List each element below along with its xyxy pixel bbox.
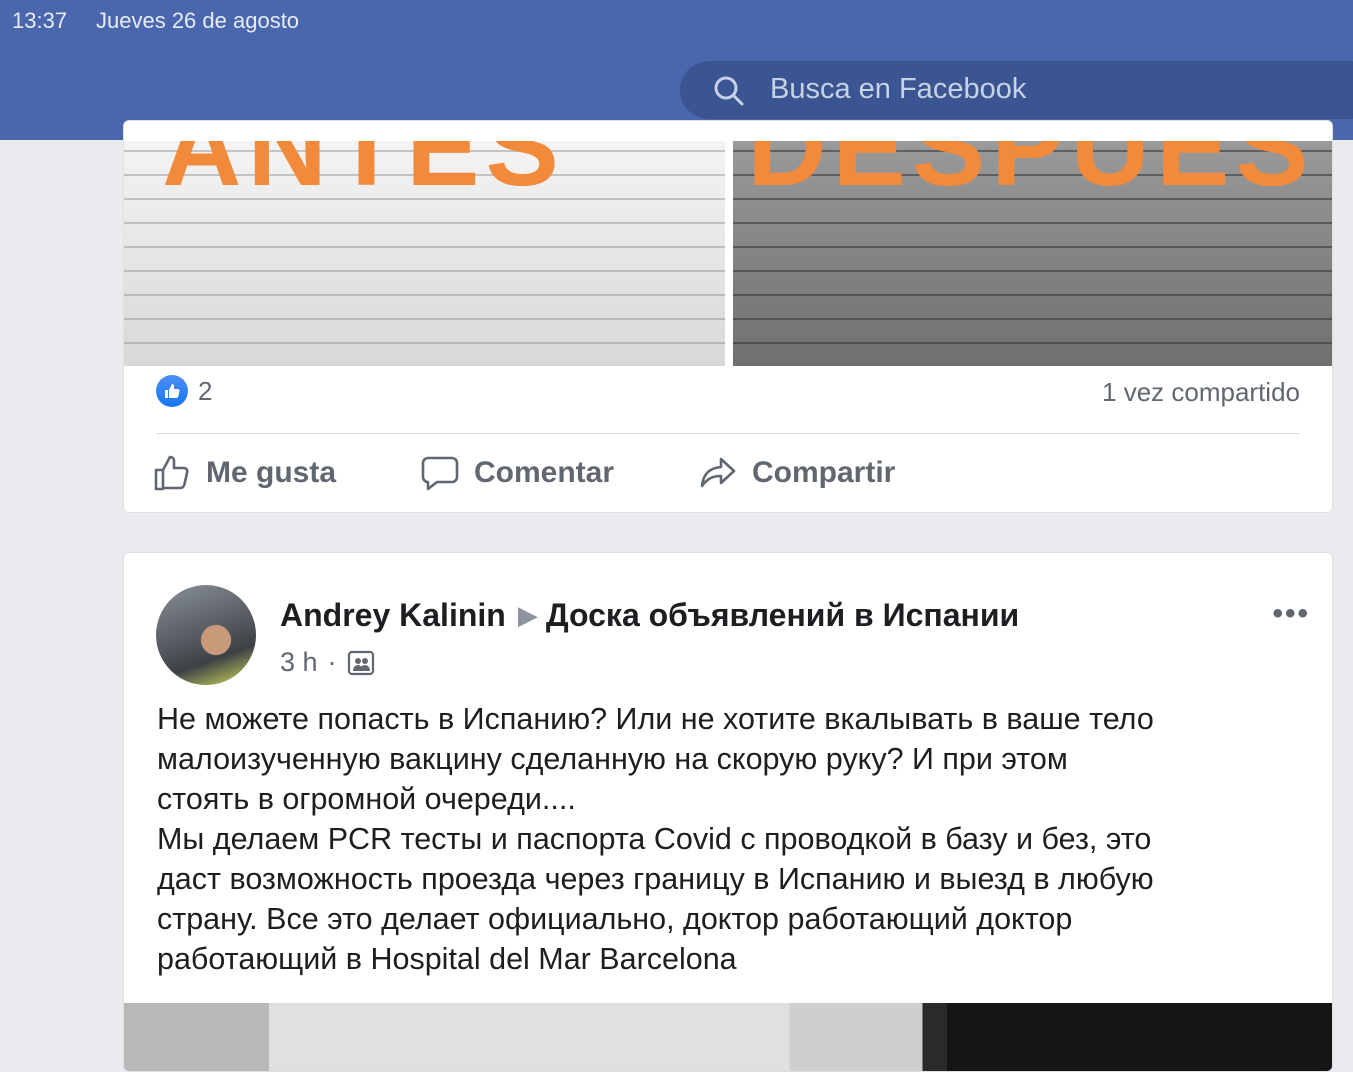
more-options-icon[interactable]: •••: [1272, 597, 1310, 631]
divider: [156, 433, 1300, 434]
like-button[interactable]: Me gusta: [152, 453, 336, 493]
post-card: ANTES DESPUES 2 1 vez compartido Me gust…: [123, 120, 1333, 513]
post-photo-after[interactable]: DESPUES: [733, 141, 1332, 366]
photo-text-after: DESPUES: [747, 141, 1315, 209]
photo-text-before: ANTES: [162, 141, 565, 209]
post-text-line: страну. Все это делает официально, докто…: [157, 902, 1073, 936]
search-placeholder: Busca en Facebook: [770, 73, 1027, 105]
meta-separator: ·: [327, 647, 337, 677]
comment-button[interactable]: Comentar: [420, 453, 614, 493]
thumbs-up-icon: [154, 455, 189, 491]
post-photo[interactable]: [124, 1003, 1332, 1071]
post-text-line: Мы делаем PCR тесты и паспорта Covid с п…: [157, 822, 1152, 856]
group-name[interactable]: Доска объявлений в Испании: [546, 597, 1019, 634]
share-label: Compartir: [752, 456, 896, 489]
triangle-right-icon: ▶: [517, 600, 538, 630]
like-badge-icon: [156, 375, 188, 407]
post-text-line: работающий в Hospital del Mar Barcelona: [157, 942, 737, 976]
share-count[interactable]: 1 vez compartido: [1102, 377, 1300, 408]
post-time[interactable]: 3 h: [280, 647, 318, 678]
post-text-line: даст возможность проезда через границу в…: [157, 862, 1154, 896]
post-text: Не можете попасть в Испанию? Или не хоти…: [157, 699, 1307, 979]
post-card: Andrey Kalinin ▶ Доска объявлений в Испа…: [123, 552, 1333, 1072]
like-label: Me gusta: [206, 456, 337, 489]
post-photo-before[interactable]: ANTES: [124, 141, 725, 366]
share-icon: [700, 457, 736, 488]
reactions-summary[interactable]: 2: [156, 375, 212, 407]
author-name[interactable]: Andrey Kalinin: [280, 597, 506, 634]
group-audience-icon: [347, 650, 374, 675]
comment-icon: [421, 456, 459, 491]
avatar[interactable]: [156, 585, 256, 685]
like-count: 2: [198, 375, 213, 406]
status-time: 13:37: [12, 8, 68, 33]
top-bar: 13:37 Jueves 26 de agosto Busca en Faceb…: [0, 0, 1353, 140]
post-meta: 3 h ·: [280, 647, 375, 678]
status-date: Jueves 26 de agosto: [96, 8, 300, 33]
share-button[interactable]: Compartir: [698, 453, 895, 493]
post-header: Andrey Kalinin ▶ Доска объявлений в Испа…: [280, 597, 1019, 634]
search-icon: [714, 76, 744, 106]
post-text-line: Не можете попасть в Испанию? Или не хоти…: [157, 702, 1154, 736]
search-bar[interactable]: Busca en Facebook: [680, 61, 1353, 119]
post-text-line: стоять в огромной очереди....: [157, 782, 576, 816]
comment-label: Comentar: [474, 456, 615, 489]
post-text-line: малоизученную вакцину сделанную на скору…: [157, 742, 1068, 776]
